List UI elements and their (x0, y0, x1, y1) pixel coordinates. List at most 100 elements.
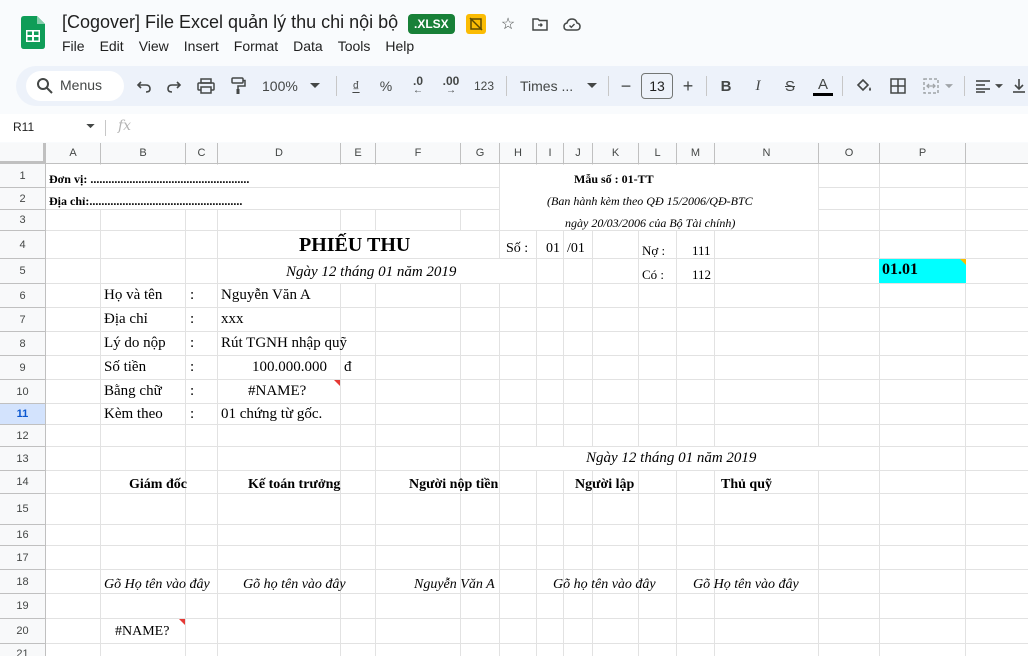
col-header-c[interactable]: C (186, 143, 218, 164)
fill-color-icon[interactable] (852, 74, 876, 98)
redo-icon[interactable] (162, 74, 186, 98)
col-header-l[interactable]: L (639, 143, 677, 164)
row-header-1[interactable]: 1 (0, 164, 46, 188)
menu-file[interactable]: File (62, 38, 85, 54)
paint-format-icon[interactable] (226, 74, 250, 98)
move-folder-icon[interactable] (530, 14, 550, 34)
grid-line (499, 164, 500, 656)
cloud-status-icon[interactable] (562, 14, 582, 34)
sig-ke-toan: Kế toán trưởng (248, 477, 341, 492)
horizontal-align-icon[interactable] (972, 74, 1006, 98)
merge-cells-icon[interactable] (918, 74, 958, 98)
row-header-18[interactable]: 18 (0, 570, 46, 594)
search-menus[interactable]: Menus (26, 71, 124, 101)
increase-decimal-button[interactable]: .00 → (436, 74, 466, 98)
grid-line (46, 355, 1028, 356)
row-header-21[interactable]: 21 (0, 644, 46, 656)
spreadsheet-grid[interactable]: A B C D E F G H I J K L M N O P 1 2 3 4 … (0, 143, 1028, 656)
row-header-2[interactable]: 2 (0, 188, 46, 210)
row-header-12[interactable]: 12 (0, 425, 46, 447)
row-header-15[interactable]: 15 (0, 494, 46, 525)
more-formats-button[interactable]: 123 (470, 74, 498, 98)
so-tien-label: Số tiền (104, 359, 147, 375)
kem-theo-label: Kèm theo (104, 406, 163, 422)
increase-font-size-button[interactable]: + (678, 74, 698, 98)
decrease-decimal-button[interactable]: .0 ← (404, 74, 432, 98)
row-header-13[interactable]: 13 (0, 447, 46, 471)
row-header-4[interactable]: 4 (0, 231, 46, 259)
row-header-11[interactable]: 11 (0, 404, 46, 425)
currency-format-button[interactable]: ₫ (346, 74, 366, 98)
col-header-o[interactable]: O (819, 143, 880, 164)
italic-button[interactable]: I (748, 74, 768, 98)
chevron-down-icon[interactable] (86, 124, 95, 129)
row-header-8[interactable]: 8 (0, 332, 46, 356)
undo-icon[interactable] (132, 74, 156, 98)
menu-tools[interactable]: Tools (338, 38, 371, 54)
decrease-font-size-button[interactable]: − (616, 74, 636, 98)
vertical-align-icon[interactable] (1010, 74, 1028, 98)
menu-format[interactable]: Format (234, 38, 278, 54)
co-label: Có : (642, 267, 665, 282)
col-header-f[interactable]: F (376, 143, 461, 164)
col-header-i[interactable]: I (537, 143, 564, 164)
toolbar-divider (506, 76, 507, 96)
menu-insert[interactable]: Insert (184, 38, 219, 54)
arrow-right-icon: → (446, 85, 456, 96)
row-header-16[interactable]: 16 (0, 525, 46, 546)
grid-line (818, 164, 819, 656)
print-icon[interactable] (194, 74, 218, 98)
row-header-5[interactable]: 5 (0, 259, 46, 284)
row-header-6[interactable]: 6 (0, 284, 46, 308)
phieu-thu-title: PHIẾU THU (299, 234, 411, 256)
menu-edit[interactable]: Edit (100, 38, 124, 54)
menu-view[interactable]: View (139, 38, 169, 54)
sheets-logo-icon[interactable] (21, 16, 45, 49)
borders-icon[interactable] (886, 74, 910, 98)
text-color-button[interactable]: A (812, 74, 834, 98)
row-header-20[interactable]: 20 (0, 619, 46, 644)
col-header-k[interactable]: K (593, 143, 639, 164)
text-color-swatch (813, 92, 833, 96)
col-header-e[interactable]: E (341, 143, 376, 164)
row-header-14[interactable]: 14 (0, 471, 46, 494)
menu-help[interactable]: Help (385, 38, 414, 54)
row-header-10[interactable]: 10 (0, 380, 46, 404)
no-label: Nợ : (642, 243, 666, 258)
title-bar: [Cogover] File Excel quản lý thu chi nội… (0, 0, 1028, 64)
strikethrough-button[interactable]: S (780, 74, 800, 98)
col-header-m[interactable]: M (677, 143, 715, 164)
dia-chi-header-text: Địa chỉ:................................… (49, 194, 243, 208)
star-icon[interactable]: ☆ (498, 14, 518, 34)
formula-input[interactable] (145, 120, 1005, 136)
zoom-select[interactable]: 100% (260, 74, 326, 98)
col-header-a[interactable]: A (46, 143, 101, 164)
col-header-j[interactable]: J (564, 143, 593, 164)
document-title[interactable]: [Cogover] File Excel quản lý thu chi nội… (62, 12, 398, 33)
chevron-down-icon (309, 83, 320, 88)
menu-data[interactable]: Data (293, 38, 323, 54)
offline-icon[interactable] (466, 14, 486, 34)
col-header-b[interactable]: B (101, 143, 186, 164)
font-family-select[interactable]: Times ... (516, 74, 602, 98)
col-header-d[interactable]: D (218, 143, 341, 164)
row-header-7[interactable]: 7 (0, 308, 46, 332)
row-header-9[interactable]: 9 (0, 356, 46, 380)
font-size-input[interactable]: 13 (641, 73, 673, 99)
cell-p5[interactable]: 01.01 (879, 259, 966, 283)
col-header-n[interactable]: N (715, 143, 819, 164)
row-header-3[interactable]: 3 (0, 210, 46, 231)
toolbar-divider (608, 76, 609, 96)
mau-so-text: Mẫu số : 01-TT (574, 172, 654, 186)
ban-hanh-text: (Ban hành kèm theo QĐ 15/2006/QĐ-BTC (547, 194, 753, 208)
row-header-19[interactable]: 19 (0, 594, 46, 619)
col-header-g[interactable]: G (461, 143, 500, 164)
col-header-h[interactable]: H (500, 143, 537, 164)
col-header-p[interactable]: P (880, 143, 966, 164)
name-box[interactable]: R11 (13, 120, 34, 134)
row-header-17[interactable]: 17 (0, 546, 46, 570)
select-all-corner[interactable] (0, 143, 46, 164)
bold-button[interactable]: B (716, 74, 736, 98)
percent-format-button[interactable]: % (376, 74, 396, 98)
dia-chi-label: Địa chỉ (104, 311, 148, 327)
